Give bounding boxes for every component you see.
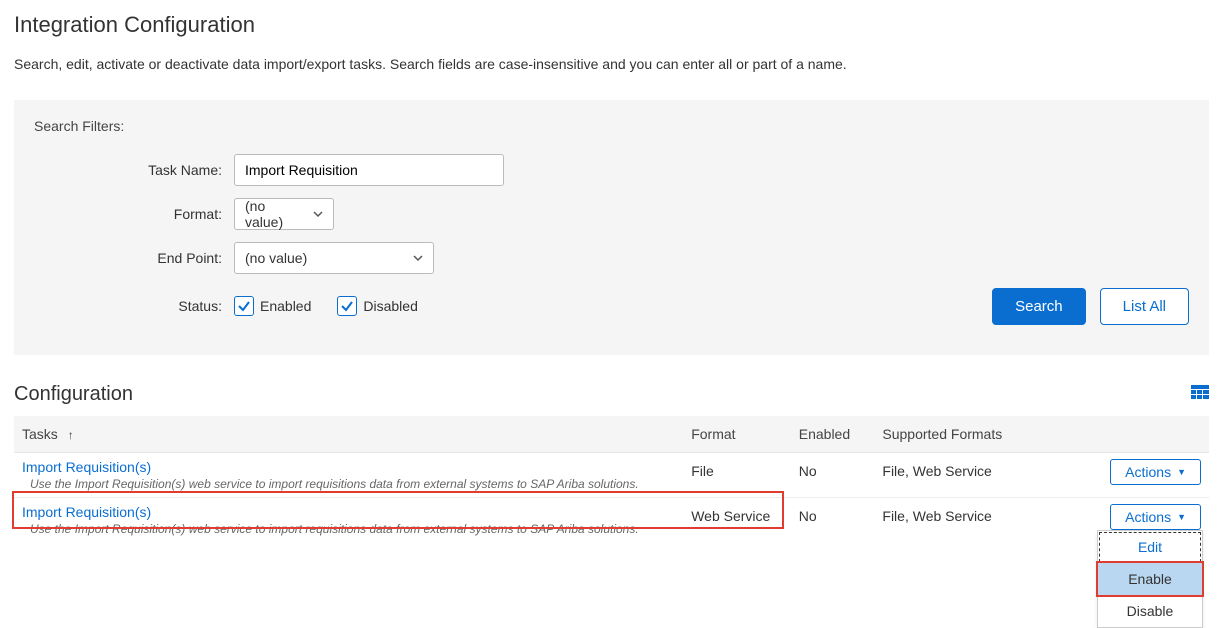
col-header-tasks-label: Tasks	[22, 426, 58, 442]
task-link[interactable]: Import Requisition(s)	[22, 504, 151, 520]
actions-button[interactable]: Actions ▼	[1110, 504, 1201, 530]
status-enabled-label: Enabled	[260, 298, 311, 314]
format-label: Format:	[34, 206, 234, 222]
table-row: Import Requisition(s) Use the Import Req…	[14, 453, 1209, 498]
col-header-enabled[interactable]: Enabled	[791, 416, 875, 453]
cell-format: Web Service	[683, 498, 791, 543]
search-button[interactable]: Search	[992, 288, 1086, 325]
task-description: Use the Import Requisition(s) web servic…	[22, 522, 675, 536]
table-options-icon[interactable]	[1191, 385, 1209, 404]
status-disabled-checkbox[interactable]	[337, 296, 357, 316]
cell-enabled: No	[791, 498, 875, 543]
cell-supported: File, Web Service	[874, 453, 1077, 498]
col-header-supported[interactable]: Supported Formats	[874, 416, 1077, 453]
status-label: Status:	[34, 298, 234, 314]
col-header-format[interactable]: Format	[683, 416, 791, 453]
search-filters-panel: Search Filters: Task Name: Format: (no v…	[14, 100, 1209, 355]
endpoint-label: End Point:	[34, 250, 234, 266]
page-subtitle: Search, edit, activate or deactivate dat…	[14, 56, 1209, 72]
format-select-value: (no value)	[245, 198, 305, 230]
task-name-label: Task Name:	[34, 162, 234, 178]
actions-dropdown: Edit Enable Disable	[1097, 530, 1203, 628]
status-disabled-label: Disabled	[363, 298, 417, 314]
search-filters-heading: Search Filters:	[34, 118, 1189, 134]
task-link[interactable]: Import Requisition(s)	[22, 459, 151, 475]
col-header-tasks[interactable]: Tasks ↑	[14, 416, 683, 453]
table-row: Import Requisition(s) Use the Import Req…	[14, 498, 1209, 543]
endpoint-select-value: (no value)	[245, 250, 307, 266]
sort-ascending-icon: ↑	[68, 428, 74, 442]
format-select[interactable]: (no value)	[234, 198, 334, 230]
task-description: Use the Import Requisition(s) web servic…	[22, 477, 675, 491]
cell-supported: File, Web Service	[874, 498, 1077, 543]
list-all-button[interactable]: List All	[1100, 288, 1189, 325]
task-name-input[interactable]	[234, 154, 504, 186]
actions-button-label: Actions	[1125, 464, 1171, 480]
configuration-table: Tasks ↑ Format Enabled Supported Formats…	[14, 416, 1209, 542]
caret-down-icon: ▼	[1177, 467, 1186, 477]
actions-button[interactable]: Actions ▼	[1110, 459, 1201, 485]
actions-button-label: Actions	[1125, 509, 1171, 525]
dropdown-item-edit[interactable]: Edit	[1098, 531, 1202, 563]
endpoint-select[interactable]: (no value)	[234, 242, 434, 274]
status-enabled-checkbox[interactable]	[234, 296, 254, 316]
col-header-actions	[1078, 416, 1209, 453]
dropdown-item-enable[interactable]: Enable	[1098, 563, 1202, 595]
configuration-heading: Configuration	[14, 383, 133, 406]
caret-down-icon: ▼	[1177, 512, 1186, 522]
cell-enabled: No	[791, 453, 875, 498]
page-title: Integration Configuration	[14, 12, 1209, 38]
dropdown-item-disable[interactable]: Disable	[1098, 595, 1202, 627]
cell-format: File	[683, 453, 791, 498]
